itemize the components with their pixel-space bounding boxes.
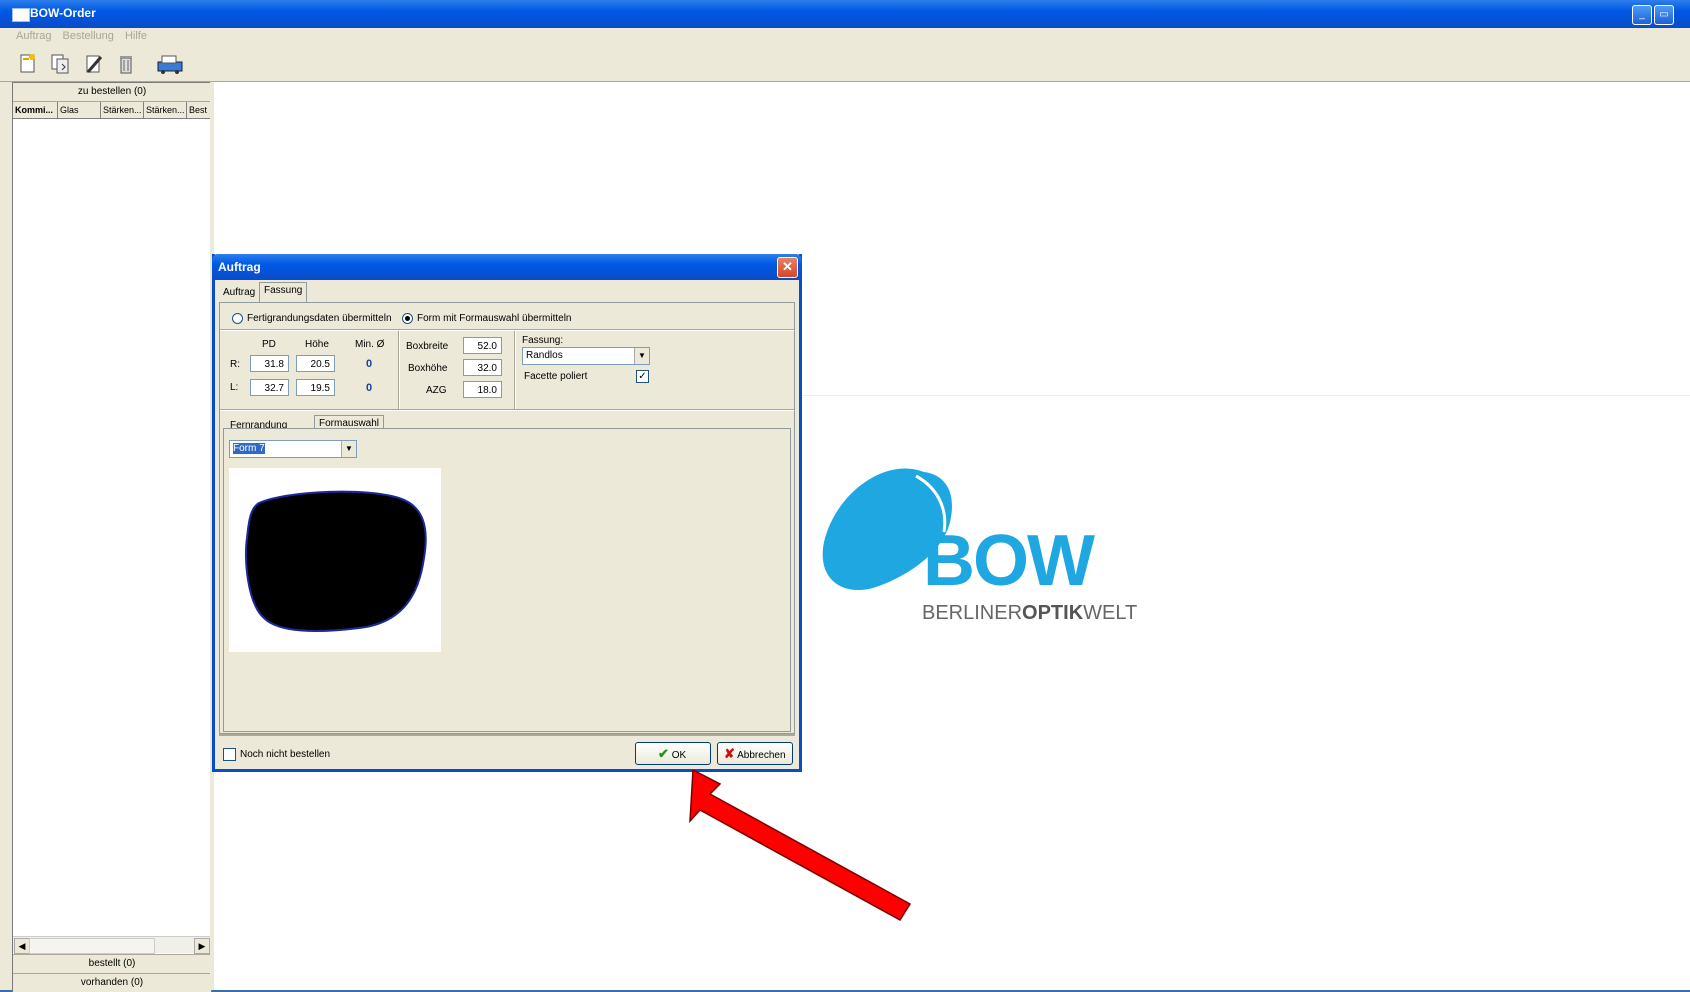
chevron-down-icon[interactable]: ▼ xyxy=(634,348,649,364)
red-arrow-annotation xyxy=(689,770,912,921)
scroll-right-icon[interactable]: ▶ xyxy=(194,938,210,954)
radio-fertigrandung-circle[interactable] xyxy=(232,313,243,324)
col-staerken-2[interactable]: Stärken... xyxy=(144,102,187,118)
l-hoehe-input[interactable]: 19.5 xyxy=(296,379,335,396)
radio-formauswahl-circle[interactable] xyxy=(402,313,413,324)
tab-fassung[interactable]: Fassung xyxy=(259,282,308,303)
separator xyxy=(398,331,400,409)
tab-auftrag[interactable]: Auftrag xyxy=(219,285,259,301)
boxbreite-input[interactable]: 52.0 xyxy=(463,337,502,354)
menu-auftrag[interactable]: Auftrag xyxy=(16,30,51,42)
col-best[interactable]: Best xyxy=(187,102,209,118)
label-hoehe: Höhe xyxy=(305,339,329,350)
radio-formauswahl[interactable]: Form mit Formauswahl übermitteln xyxy=(402,313,571,324)
form-select[interactable]: Form 7 ▼ xyxy=(229,440,357,458)
vorhanden-header[interactable]: vorhanden (0) xyxy=(13,973,211,992)
ok-button[interactable]: ✔ OK xyxy=(635,742,711,765)
radio-fertigrandung[interactable]: Fertigrandungsdaten übermitteln xyxy=(232,313,392,324)
window-title: BOW-Order xyxy=(30,6,96,20)
check-icon: ✔ xyxy=(658,746,669,761)
horizontal-scrollbar[interactable]: ◀ ▶ xyxy=(13,936,211,954)
label-min: Min. Ø xyxy=(355,339,385,350)
radio-fertigrandung-label: Fertigrandungsdaten übermitteln xyxy=(247,313,392,325)
logo-sub-text: BERLINEROPTIKWELT xyxy=(922,602,1137,625)
cross-icon: ✘ xyxy=(724,746,735,761)
label-boxbreite: Boxbreite xyxy=(406,341,449,352)
dialog-title-bar: Auftrag ✕ xyxy=(212,254,802,280)
scroll-thumb[interactable] xyxy=(29,938,155,954)
delete-icon[interactable] xyxy=(114,52,138,76)
logo-sub-welt: WELT xyxy=(1083,602,1138,624)
menu-bar: Auftrag Bestellung Hilfe xyxy=(0,28,1690,47)
label-pd: PD xyxy=(262,339,276,350)
noch-nicht-label: Noch nicht bestellen xyxy=(240,749,331,761)
copy-order-icon[interactable] xyxy=(48,52,72,76)
label-l: L: xyxy=(230,382,239,393)
app-icon xyxy=(12,8,30,22)
r-min-value: 0 xyxy=(366,358,373,370)
menu-bestellung[interactable]: Bestellung xyxy=(63,30,114,42)
toolbar xyxy=(0,46,1690,82)
title-bar: BOW-Order _ ▭ xyxy=(0,0,1690,28)
dialog-title: Auftrag xyxy=(218,260,261,274)
radio-formauswahl-label: Form mit Formauswahl übermitteln xyxy=(417,313,572,325)
menu-hilfe[interactable]: Hilfe xyxy=(125,30,147,42)
label-boxhoehe: Boxhöhe xyxy=(408,363,448,374)
label-fassung: Fassung: xyxy=(522,335,564,346)
fassung-select[interactable]: Randlos ▼ xyxy=(522,347,650,365)
noch-nicht-checkbox[interactable] xyxy=(223,748,236,761)
auftrag-dialog: Auftrag ✕ Auftrag Fassung Fertigrandungs… xyxy=(212,254,802,772)
label-azg: AZG xyxy=(426,385,447,396)
edit-icon[interactable] xyxy=(82,52,106,76)
order-list-panel: zu bestellen (0) Kommi... Glas Stärken..… xyxy=(12,82,212,992)
l-pd-input[interactable]: 32.7 xyxy=(250,379,289,396)
cancel-label: Abbrechen xyxy=(737,750,786,761)
fassung-select-value: Randlos xyxy=(526,350,563,361)
lens-shape-icon xyxy=(244,490,427,632)
separator xyxy=(514,331,516,409)
r-hoehe-input[interactable]: 20.5 xyxy=(296,355,335,372)
separator xyxy=(220,329,794,331)
r-pd-input[interactable]: 31.8 xyxy=(250,355,289,372)
ok-label: OK xyxy=(671,750,687,761)
label-r: R: xyxy=(230,359,240,370)
col-kommission[interactable]: Kommi... xyxy=(13,102,58,118)
footer-separator xyxy=(219,734,795,736)
logo-sub-optik: OPTIK xyxy=(1022,602,1084,624)
form-select-value: Form 7 xyxy=(233,443,265,454)
col-staerken-1[interactable]: Stärken... xyxy=(101,102,144,118)
minimize-button[interactable]: _ xyxy=(1632,5,1652,25)
boxhoehe-input[interactable]: 32.0 xyxy=(463,359,502,376)
facette-checkbox[interactable]: ✓ xyxy=(636,370,649,383)
logo-sub-berliner: BERLINER xyxy=(922,602,1023,624)
dialog-close-button[interactable]: ✕ xyxy=(777,257,798,278)
cancel-button[interactable]: ✘ Abbrechen xyxy=(717,742,793,765)
bow-logo: BOW BERLINEROPTIKWELT xyxy=(816,462,1137,624)
scroll-left-icon[interactable]: ◀ xyxy=(14,938,30,954)
maximize-button[interactable]: ▭ xyxy=(1654,5,1674,25)
zu-bestellen-header[interactable]: zu bestellen (0) xyxy=(13,83,211,102)
separator xyxy=(220,409,794,411)
chevron-down-icon[interactable]: ▼ xyxy=(341,441,356,457)
lens-shape-preview xyxy=(229,468,441,652)
l-min-value: 0 xyxy=(366,382,373,394)
azg-input[interactable]: 18.0 xyxy=(463,381,502,398)
main-window: BOW-Order _ ▭ Auftrag Bestellung Hilfe z… xyxy=(0,0,1690,992)
order-list-columns: Kommi... Glas Stärken... Stärken... Best xyxy=(13,102,211,119)
send-order-icon[interactable] xyxy=(156,52,184,76)
logo-main-text: BOW xyxy=(923,521,1095,601)
label-facette: Facette poliert xyxy=(524,371,588,382)
noch-nicht-bestellen[interactable]: Noch nicht bestellen xyxy=(223,748,330,761)
new-order-icon[interactable] xyxy=(16,52,40,76)
col-glas[interactable]: Glas xyxy=(58,102,101,118)
bestellt-header[interactable]: bestellt (0) xyxy=(13,954,211,973)
